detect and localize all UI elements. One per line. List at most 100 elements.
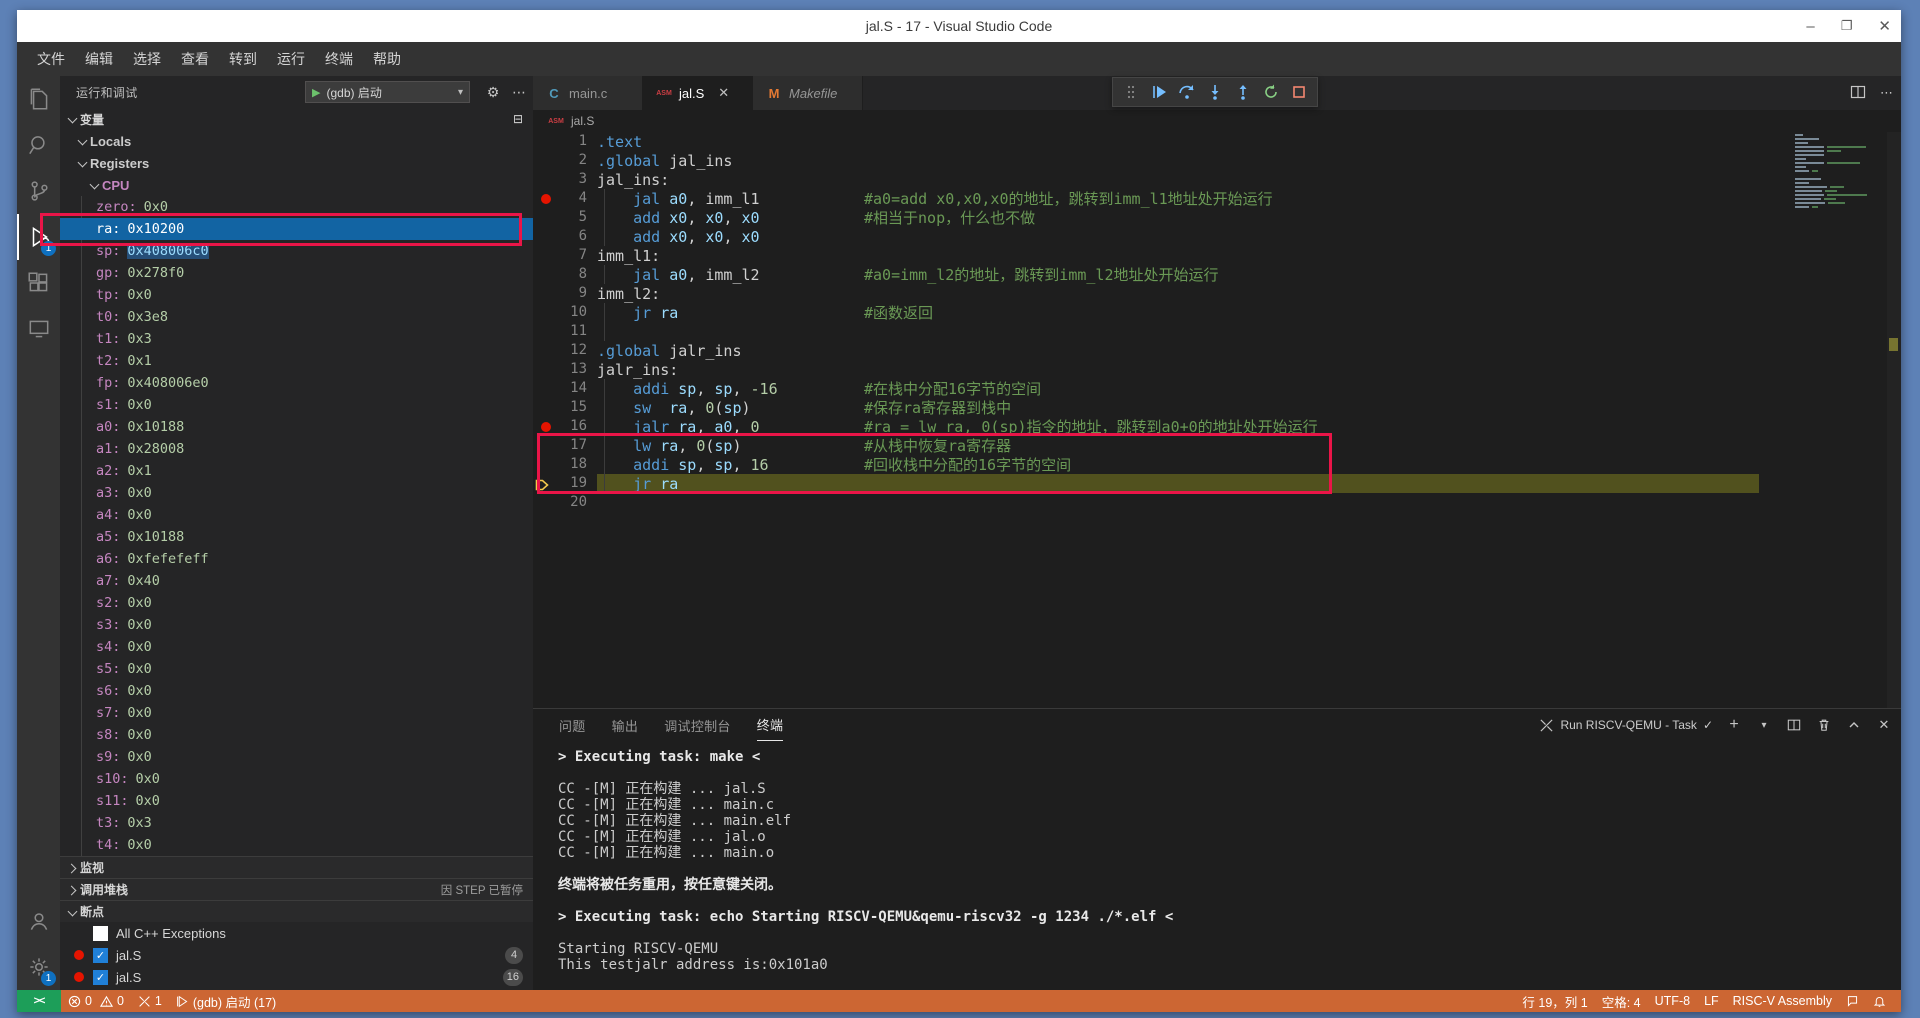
close-button[interactable]: ✕ — [1878, 17, 1891, 35]
menu-item-查看[interactable]: 查看 — [171, 45, 219, 73]
step-into-button[interactable] — [1203, 80, 1227, 104]
breakpoint-row[interactable]: ✓ jal.S 16 — [60, 966, 533, 988]
breakpoint-dot-icon[interactable] — [541, 421, 551, 432]
code-line-1[interactable]: 1 .text — [533, 132, 1901, 151]
eol-status[interactable]: LF — [1697, 990, 1726, 1012]
cursor-position-status[interactable]: 行 19，列 1 — [1515, 990, 1594, 1012]
debug-session-status[interactable]: (gdb) 启动 (17) — [169, 990, 283, 1012]
code-line-17[interactable]: 17 lw ra, 0(sp) #从栈中恢复ra寄存器 — [533, 436, 1901, 455]
panel-tab-问题[interactable]: 问题 — [559, 709, 586, 741]
line-gutter[interactable]: 10 — [533, 303, 597, 322]
debug-config-dropdown[interactable]: ▶ (gdb) 启动 ▾ — [305, 81, 470, 103]
line-gutter[interactable]: 15 — [533, 398, 597, 417]
registers-tree-item[interactable]: Registers — [60, 152, 533, 174]
line-gutter[interactable]: 17 — [533, 436, 597, 455]
code-line-16[interactable]: 16 jalr ra, a0, 0 #ra = lw ra, 0(sp)指令的地址… — [533, 417, 1901, 436]
step-over-button[interactable] — [1175, 80, 1199, 104]
line-gutter[interactable]: 4 — [533, 189, 597, 208]
terminal-dropdown-icon[interactable]: ▾ — [1755, 716, 1773, 734]
register-row-a7[interactable]: a7: 0x40 — [60, 570, 533, 592]
register-row-t2[interactable]: t2: 0x1 — [60, 350, 533, 372]
register-row-s3[interactable]: s3: 0x0 — [60, 614, 533, 636]
breadcrumb[interactable]: ASM jal.S — [533, 110, 1901, 132]
code-text[interactable]: jr ra — [597, 475, 864, 493]
tab-main.c[interactable]: Cmain.c — [533, 76, 643, 110]
continue-button[interactable] — [1147, 80, 1171, 104]
code-text[interactable]: jalr ra, a0, 0 — [597, 418, 864, 436]
code-text[interactable]: sw ra, 0(sp) — [597, 399, 864, 417]
panel-tab-调试控制台[interactable]: 调试控制台 — [664, 709, 731, 741]
variables-section-header[interactable]: 变量 ⊟ — [60, 108, 533, 130]
terminal-output[interactable]: > Executing task: make < CC -[M] 正在构建 ..… — [533, 741, 1901, 973]
code-editor[interactable]: 1 .text 2 .global jal_ins 3 jal_ins: 4 jal a0,… — [533, 132, 1901, 708]
code-text[interactable]: jalr_ins: — [597, 361, 864, 379]
register-row-a4[interactable]: a4: 0x0 — [60, 504, 533, 526]
line-gutter[interactable]: 9 — [533, 284, 597, 303]
register-row-t0[interactable]: t0: 0x3e8 — [60, 306, 533, 328]
code-line-19[interactable]: 19 jr ra#函数返回 — [533, 474, 1901, 493]
code-text[interactable]: jal a0, imm_l2 — [597, 266, 864, 284]
register-row-a2[interactable]: a2: 0x1 — [60, 460, 533, 482]
code-text[interactable]: jal a0, imm_l1 — [597, 190, 864, 208]
register-row-tp[interactable]: tp: 0x0 — [60, 284, 533, 306]
line-gutter[interactable]: 6 — [533, 227, 597, 246]
code-line-7[interactable]: 7 imm_l1: — [533, 246, 1901, 265]
start-debug-icon[interactable]: ▶ — [312, 86, 320, 99]
code-text[interactable]: jr ra — [597, 304, 864, 322]
watch-section-header[interactable]: 监视 — [60, 856, 533, 878]
minimap[interactable] — [1795, 134, 1887, 214]
encoding-status[interactable]: UTF-8 — [1648, 990, 1697, 1012]
code-line-4[interactable]: 4 jal a0, imm_l1 #a0=add x0,x0,x0的地址，跳转到i… — [533, 189, 1901, 208]
code-line-13[interactable]: 13 jalr_ins: — [533, 360, 1901, 379]
debug-settings-gear-icon[interactable]: ⚙ — [482, 81, 504, 103]
register-row-a1[interactable]: a1: 0x28008 — [60, 438, 533, 460]
code-line-12[interactable]: 12 .global jalr_ins — [533, 341, 1901, 360]
code-line-14[interactable]: 14 addi sp, sp, -16 #在栈中分配16字节的空间 — [533, 379, 1901, 398]
line-gutter[interactable]: 3 — [533, 170, 597, 189]
panel-tab-输出[interactable]: 输出 — [612, 709, 639, 741]
breakpoint-checkbox[interactable]: ✓ — [93, 969, 108, 985]
code-text[interactable]: jal_ins: — [597, 171, 864, 189]
line-gutter[interactable]: 13 — [533, 360, 597, 379]
new-terminal-icon[interactable]: + — [1725, 716, 1743, 734]
breakpoint-checkbox[interactable] — [93, 925, 108, 941]
menu-item-文件[interactable]: 文件 — [27, 45, 75, 73]
indentation-status[interactable]: 空格: 4 — [1595, 990, 1648, 1012]
code-text[interactable]: addi sp, sp, 16 — [597, 456, 864, 474]
tab-Makefile[interactable]: M Makefile — [753, 76, 863, 110]
breakpoint-checkbox[interactable]: ✓ — [93, 947, 108, 963]
register-row-s4[interactable]: s4: 0x0 — [60, 636, 533, 658]
split-terminal-icon[interactable] — [1785, 716, 1803, 734]
breakpoint-row[interactable]: All C++ Exceptions — [60, 922, 533, 944]
notifications-bell-icon[interactable] — [1866, 990, 1893, 1012]
remote-explorer-icon[interactable] — [17, 306, 60, 352]
code-line-6[interactable]: 6 add x0, x0, x0 — [533, 227, 1901, 246]
code-text[interactable]: add x0, x0, x0 — [597, 209, 864, 227]
run-and-debug-icon[interactable]: 1 — [17, 214, 60, 260]
line-gutter[interactable]: 5 — [533, 208, 597, 227]
code-line-2[interactable]: 2 .global jal_ins — [533, 151, 1901, 170]
register-row-a5[interactable]: a5: 0x10188 — [60, 526, 533, 548]
locals-tree-item[interactable]: Locals — [60, 130, 533, 152]
remote-indicator[interactable]: >< — [17, 990, 61, 1012]
line-gutter[interactable]: 11 — [533, 322, 597, 341]
register-row-sp[interactable]: sp: 0x408006c0 — [60, 240, 533, 262]
line-gutter[interactable]: 19 — [533, 474, 597, 493]
more-actions-icon[interactable]: ⋯ — [1880, 85, 1893, 101]
restore-button[interactable]: ❐ — [1841, 18, 1853, 34]
explorer-icon[interactable] — [17, 76, 60, 122]
menu-item-转到[interactable]: 转到 — [219, 45, 267, 73]
register-row-s10[interactable]: s10: 0x0 — [60, 768, 533, 790]
settings-gear-icon[interactable]: 1 — [17, 944, 60, 990]
code-text[interactable]: .global jalr_ins — [597, 342, 864, 360]
register-row-t3[interactable]: t3: 0x3 — [60, 812, 533, 834]
running-tasks-status[interactable]: 1 — [131, 990, 169, 1012]
close-icon[interactable]: ✕ — [718, 85, 729, 101]
code-line-20[interactable]: 20 — [533, 493, 1901, 512]
tab-jal.S[interactable]: ASM jal.S ✕ — [643, 76, 753, 110]
drag-handle-icon[interactable] — [1119, 80, 1143, 104]
source-control-icon[interactable] — [17, 168, 60, 214]
menu-item-选择[interactable]: 选择 — [123, 45, 171, 73]
register-row-zero[interactable]: zero: 0x0 — [60, 196, 533, 218]
menu-item-终端[interactable]: 终端 — [315, 45, 363, 73]
